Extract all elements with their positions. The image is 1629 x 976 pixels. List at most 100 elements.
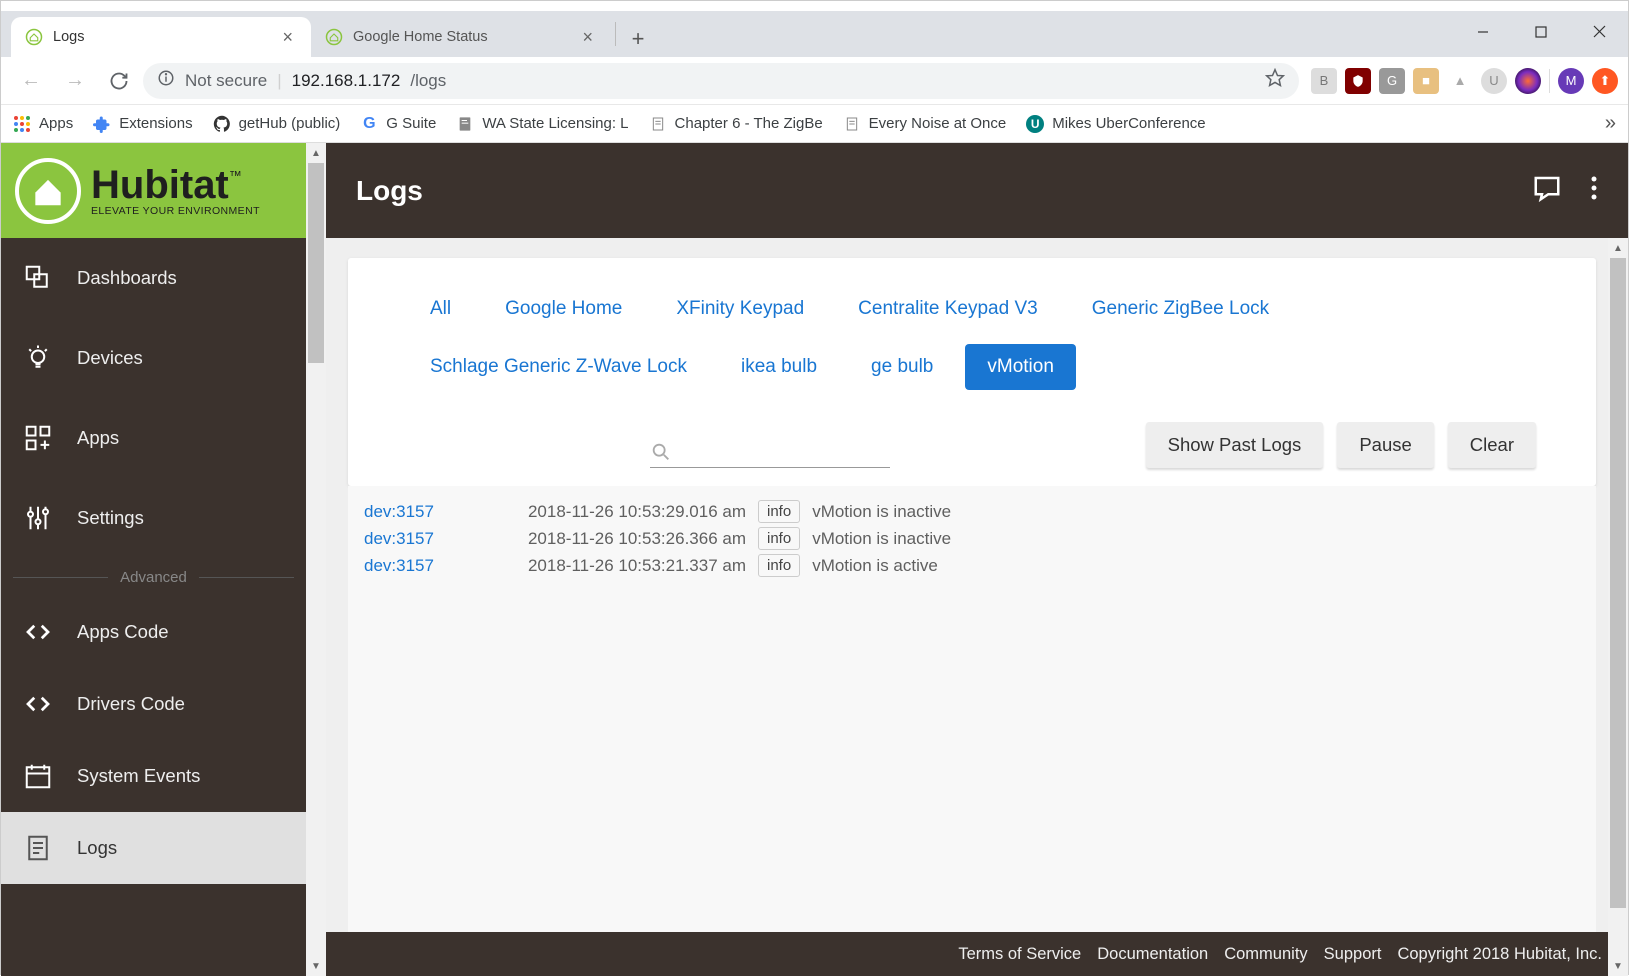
- sidebar-divider: Advanced: [1, 558, 306, 596]
- bookmark-overflow-button[interactable]: »: [1605, 112, 1616, 135]
- log-timestamp: 2018-11-26 10:53:26.366 am: [496, 529, 746, 549]
- bookmark-item[interactable]: G G Suite: [360, 115, 436, 133]
- sidebar-item-logs[interactable]: Logs: [1, 812, 306, 884]
- scroll-down-icon[interactable]: ▼: [306, 956, 326, 976]
- filter-item[interactable]: ge bulb: [849, 344, 955, 390]
- sidebar-item-devices[interactable]: Devices: [1, 318, 306, 398]
- bookmark-item[interactable]: getHub (public): [213, 115, 341, 133]
- more-menu-icon[interactable]: [1590, 173, 1598, 208]
- chat-icon[interactable]: [1532, 173, 1562, 208]
- brand-name: Hubitat: [91, 165, 229, 205]
- google-icon: G: [360, 115, 378, 133]
- log-level-badge: info: [758, 500, 800, 523]
- filter-item[interactable]: ikea bulb: [719, 344, 839, 390]
- scroll-up-icon[interactable]: ▲: [306, 143, 326, 163]
- browser-tab-active[interactable]: Logs ×: [11, 17, 311, 57]
- window-close-button[interactable]: [1570, 11, 1628, 52]
- scroll-thumb[interactable]: [1610, 258, 1626, 908]
- footer-link[interactable]: Support: [1324, 945, 1382, 964]
- scroll-down-icon[interactable]: ▼: [1608, 956, 1628, 976]
- browser-address-bar: ← → Not secure | 192.168.1.172/logs B G …: [1, 57, 1628, 105]
- log-row: dev:3157 2018-11-26 10:53:21.337 am info…: [364, 552, 1580, 579]
- puzzle-icon: [93, 115, 111, 133]
- nav-back-button[interactable]: ←: [11, 61, 51, 101]
- log-timestamp: 2018-11-26 10:53:29.016 am: [496, 502, 746, 522]
- filter-item[interactable]: Centralite Keypad V3: [836, 286, 1060, 332]
- filter-card: All Google Home XFinity Keypad Centralit…: [348, 258, 1596, 486]
- extension-icon[interactable]: ■: [1413, 68, 1439, 94]
- log-device-link[interactable]: dev:3157: [364, 529, 484, 549]
- extension-icon[interactable]: G: [1379, 68, 1405, 94]
- sidebar-item-apps-code[interactable]: Apps Code: [1, 596, 306, 668]
- filter-item[interactable]: XFinity Keypad: [654, 286, 826, 332]
- sidebar-item-dashboards[interactable]: Dashboards: [1, 238, 306, 318]
- log-device-link[interactable]: dev:3157: [364, 556, 484, 576]
- log-message: vMotion is inactive: [812, 529, 951, 549]
- bookmark-item[interactable]: Every Noise at Once: [843, 115, 1007, 133]
- log-message: vMotion is inactive: [812, 502, 951, 522]
- sidebar-item-system-events[interactable]: System Events: [1, 740, 306, 812]
- log-timestamp: 2018-11-26 10:53:21.337 am: [496, 556, 746, 576]
- pause-button[interactable]: Pause: [1337, 422, 1433, 468]
- sidebar: ▲ ▼ Hubitat ™ ELEVATE YOUR ENVIRONMENT D…: [1, 143, 326, 976]
- filter-all[interactable]: All: [408, 286, 473, 332]
- log-row: dev:3157 2018-11-26 10:53:29.016 am info…: [364, 498, 1580, 525]
- footer-link[interactable]: Terms of Service: [958, 945, 1081, 964]
- bookmark-bar: Apps Extensions getHub (public) G G Suit…: [1, 105, 1628, 143]
- search-input[interactable]: [650, 437, 890, 468]
- hubitat-favicon-icon: [325, 28, 343, 46]
- drive-icon[interactable]: ▲: [1447, 68, 1473, 94]
- filter-item[interactable]: Google Home: [483, 286, 644, 332]
- browser-tab[interactable]: Google Home Status ×: [311, 17, 611, 57]
- sidebar-item-drivers-code[interactable]: Drivers Code: [1, 668, 306, 740]
- log-level-badge: info: [758, 554, 800, 577]
- brand-tagline: ELEVATE YOUR ENVIRONMENT: [91, 205, 260, 217]
- window-minimize-button[interactable]: [1454, 11, 1512, 52]
- bookmark-item[interactable]: Chapter 6 - The ZigBe: [649, 115, 823, 133]
- extension-icon[interactable]: ⬆: [1592, 68, 1618, 94]
- url-host: 192.168.1.172: [292, 71, 401, 91]
- apps-grid-icon: [13, 115, 31, 133]
- tab-title: Logs: [53, 29, 84, 45]
- window-maximize-button[interactable]: [1512, 11, 1570, 52]
- code-icon: [21, 615, 55, 649]
- tab-close-icon[interactable]: ×: [578, 27, 597, 48]
- clear-button[interactable]: Clear: [1448, 422, 1536, 468]
- show-past-logs-button[interactable]: Show Past Logs: [1146, 422, 1324, 468]
- scroll-thumb[interactable]: [308, 163, 324, 363]
- bookmark-item[interactable]: Extensions: [93, 115, 192, 133]
- profile-avatar[interactable]: M: [1558, 68, 1584, 94]
- bookmark-apps[interactable]: Apps: [13, 115, 73, 133]
- document-icon: [21, 831, 55, 865]
- brand-logo[interactable]: Hubitat ™ ELEVATE YOUR ENVIRONMENT: [1, 143, 306, 238]
- log-message: vMotion is active: [812, 556, 938, 576]
- star-icon[interactable]: [1265, 68, 1285, 93]
- filter-item[interactable]: Generic ZigBee Lock: [1070, 286, 1291, 332]
- sidebar-scrollbar[interactable]: ▲ ▼: [306, 143, 326, 976]
- filter-item[interactable]: Schlage Generic Z-Wave Lock: [408, 344, 709, 390]
- extension-icon[interactable]: U: [1481, 68, 1507, 94]
- address-field[interactable]: Not secure | 192.168.1.172/logs: [143, 63, 1299, 99]
- new-tab-button[interactable]: +: [620, 21, 656, 57]
- extension-icon[interactable]: B: [1311, 68, 1337, 94]
- lightbulb-icon: [21, 341, 55, 375]
- security-label: Not secure: [185, 71, 267, 91]
- content-scrollbar[interactable]: ▲ ▼: [1608, 238, 1628, 976]
- footer-link[interactable]: Community: [1224, 945, 1307, 964]
- sidebar-item-apps[interactable]: Apps: [1, 398, 306, 478]
- sidebar-item-settings[interactable]: Settings: [1, 478, 306, 558]
- extension-icon[interactable]: [1515, 68, 1541, 94]
- ublock-icon[interactable]: [1345, 68, 1371, 94]
- scroll-up-icon[interactable]: ▲: [1608, 238, 1628, 258]
- tab-close-icon[interactable]: ×: [278, 27, 297, 48]
- bookmark-item[interactable]: U Mikes UberConference: [1026, 115, 1205, 133]
- filter-row: All Google Home XFinity Keypad Centralit…: [408, 286, 1536, 402]
- bookmark-item[interactable]: WA State Licensing: L: [456, 115, 628, 133]
- code-icon: [21, 687, 55, 721]
- filter-item-active[interactable]: vMotion: [965, 344, 1076, 390]
- nav-reload-button[interactable]: [99, 61, 139, 101]
- footer-link[interactable]: Documentation: [1097, 945, 1208, 964]
- nav-forward-button[interactable]: →: [55, 61, 95, 101]
- log-list: dev:3157 2018-11-26 10:53:29.016 am info…: [348, 486, 1596, 932]
- log-device-link[interactable]: dev:3157: [364, 502, 484, 522]
